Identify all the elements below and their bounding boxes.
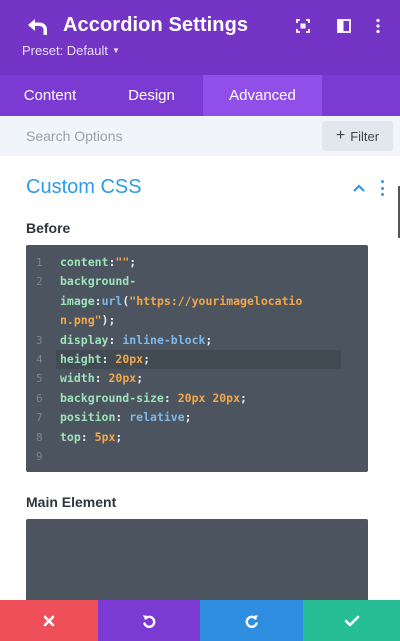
preset-dropdown[interactable]: Preset: Default ▼	[22, 43, 120, 58]
back-arrow-icon	[28, 19, 47, 35]
tab-content[interactable]: Content	[0, 75, 100, 116]
line-number: 2	[36, 275, 43, 289]
tab-advanced[interactable]: Advanced	[203, 75, 322, 116]
code-line: 6 background-size: 20px 20px;	[26, 389, 368, 408]
filter-label: Filter	[350, 128, 380, 144]
focus-frame-icon	[296, 19, 310, 33]
plus-icon: +	[335, 127, 346, 144]
line-number: 3	[36, 333, 43, 347]
line-number: 7	[36, 411, 43, 425]
undo-button[interactable]	[98, 600, 200, 641]
code-line: image:url("https://yourimagelocatio	[26, 292, 368, 311]
line-number: 5	[36, 372, 43, 386]
section-title[interactable]: Custom CSS	[26, 176, 142, 199]
code-line: 1 content:"";	[26, 253, 368, 272]
settings-header: Accordion Settings Preset: Default ▼	[0, 0, 400, 75]
code-text: background-	[60, 274, 137, 289]
code-line-active: 4 height: 20px;	[26, 349, 368, 370]
checkmark-icon	[344, 615, 359, 626]
tab-bar-filler	[322, 75, 400, 116]
code-text: position: relative;	[60, 410, 192, 425]
code-text: content:"";	[60, 255, 137, 269]
filter-button[interactable]: + Filter	[322, 121, 393, 151]
search-options-input[interactable]	[0, 116, 316, 156]
code-text: height: 20px;	[60, 351, 151, 366]
custom-css-panel: Custom CSS Before 1 content:""; 2 backgr…	[0, 156, 400, 609]
before-code-editor[interactable]: 1 content:""; 2 background- image:url("h…	[26, 245, 368, 472]
main-element-field-label: Main Element	[26, 494, 117, 510]
code-line: 2 background-	[26, 272, 368, 291]
section-options-button[interactable]	[375, 180, 389, 196]
line-number: 9	[36, 449, 43, 463]
more-options-button[interactable]	[367, 15, 389, 37]
kebab-menu-icon	[376, 18, 380, 34]
code-text: n.png");	[60, 313, 116, 328]
code-text: width: 20px;	[60, 371, 144, 386]
line-number: 8	[36, 430, 43, 444]
line-number: 1	[36, 256, 43, 269]
discard-button[interactable]	[0, 600, 98, 641]
before-field-label: Before	[26, 220, 71, 236]
action-footer	[0, 600, 400, 641]
split-layout-icon	[337, 19, 351, 33]
preset-label: Preset: Default	[22, 43, 108, 58]
sidebar-toggle-button[interactable]	[333, 15, 355, 37]
code-line: 5 width: 20px;	[26, 369, 368, 388]
back-button[interactable]	[26, 16, 50, 38]
code-line: 8 top: 5px;	[26, 428, 368, 447]
line-number: 6	[36, 391, 43, 405]
chevron-up-icon	[353, 184, 365, 192]
caret-down-icon: ▼	[112, 46, 120, 55]
section-kebab-icon	[380, 180, 384, 183]
section-kebab-dot	[380, 186, 384, 190]
code-line: n.png");	[26, 311, 368, 330]
code-text: background-size: 20px 20px;	[60, 390, 247, 405]
code-text: display: inline-block;	[60, 332, 213, 347]
line-number: 4	[36, 352, 43, 366]
code-text: top: 5px;	[60, 429, 123, 444]
tab-design[interactable]: Design	[100, 75, 203, 116]
code-line: 3 display: inline-block;	[26, 331, 368, 350]
redo-icon	[245, 615, 258, 628]
search-bar: + Filter	[0, 116, 400, 156]
redo-button[interactable]	[200, 600, 303, 641]
page-title: Accordion Settings	[63, 14, 249, 36]
code-text: image:url("https://yourimagelocatio	[60, 293, 303, 308]
settings-tabs: Content Design Advanced	[0, 75, 400, 116]
undo-icon	[142, 615, 156, 628]
save-button[interactable]	[303, 600, 400, 641]
expand-modal-button[interactable]	[292, 15, 314, 37]
section-kebab-dot	[380, 193, 384, 196]
code-line: 7 position: relative;	[26, 408, 368, 427]
close-icon	[43, 615, 55, 626]
main-element-code-editor[interactable]	[26, 519, 368, 609]
collapse-section-button[interactable]	[349, 180, 369, 196]
code-line: 9	[26, 447, 368, 466]
